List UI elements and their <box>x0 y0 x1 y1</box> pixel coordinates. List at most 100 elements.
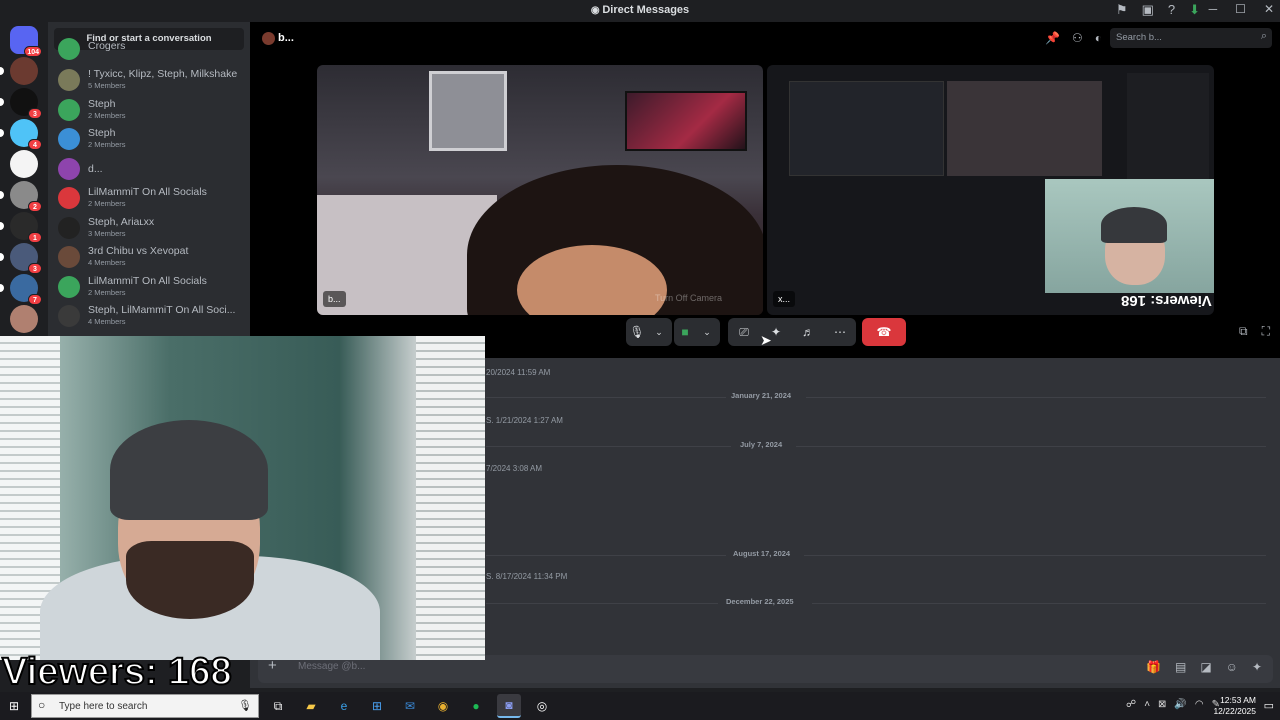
gif-icon[interactable]: ▤ <box>1175 660 1186 674</box>
help-icon[interactable]: ? <box>1168 2 1175 18</box>
member-count: 4 Members <box>88 258 126 267</box>
profile-icon[interactable]: ◐ <box>1095 31 1102 45</box>
server-icon[interactable]: 2 <box>0 181 42 212</box>
member-count: 3 Members <box>88 228 126 238</box>
dm-list-item[interactable]: Steph 2 Members <box>56 125 246 153</box>
download-icon[interactable]: ⬇ <box>1189 2 1200 18</box>
dm-sidebar: Find or start a conversation Crogers! Ty… <box>48 22 250 342</box>
obs-icon[interactable]: ◎ <box>530 694 554 718</box>
avatar <box>58 98 80 121</box>
taskbar-search-input[interactable]: ○ Type here to search 🎙 <box>31 694 259 718</box>
server-icon[interactable]: 104 <box>10 26 42 57</box>
window-title: ◉ Direct Messages <box>590 4 690 16</box>
apps-icon[interactable]: ✦ <box>1252 660 1262 674</box>
mic-icon[interactable]: 🎙 <box>626 321 648 343</box>
mail-icon[interactable]: ✉ <box>398 694 422 718</box>
system-message: S. 1/21/2024 1:27 AM <box>486 416 563 425</box>
search-input[interactable]: Search b... ⌕ <box>1110 28 1272 48</box>
dm-name: ! Tyxicc, Klipz, Steph, Milkshake <box>88 68 238 80</box>
date-divider: July 7, 2024 <box>486 440 1280 449</box>
avatar <box>58 216 80 239</box>
screen-share-icon[interactable]: ⎚ <box>733 321 755 343</box>
pin-icon[interactable]: 📌 <box>1045 31 1060 45</box>
close-button[interactable]: ✕ <box>1264 2 1274 16</box>
antivirus-icon[interactable]: ⊠ <box>1158 699 1166 710</box>
search-icon: ⌕ <box>1260 30 1267 42</box>
sticker-icon[interactable]: ◪ <box>1200 660 1211 674</box>
dm-list-item[interactable]: Steph 2 Members <box>56 96 246 124</box>
overlay-text: Turn Off Camera <box>655 293 723 303</box>
member-count: 2 Members <box>88 287 126 297</box>
camera-icon[interactable]: ■ <box>674 321 696 343</box>
server-rail: 104 3 4 2 1 3 7 <box>0 22 48 336</box>
system-tray: ☍ ˄ ⊠ 🔊 ◠ ✎ <box>1126 699 1220 710</box>
server-icon[interactable]: 3 <box>0 243 42 274</box>
avatar <box>58 157 80 180</box>
server-icon[interactable]: 1 <box>0 212 42 243</box>
soundboard-icon[interactable]: ♬ <box>797 321 819 343</box>
unread-indicator <box>0 222 4 230</box>
flag-icon[interactable]: ⚑ <box>1116 2 1128 18</box>
date-divider: December 22, 2025 <box>486 597 1280 606</box>
video-tile[interactable]: Turn Off Camera b... <box>317 65 763 315</box>
server-icon[interactable]: 7 <box>0 274 42 305</box>
screen-share-tile[interactable]: Viewers: 168 x... <box>767 65 1214 315</box>
edge-icon[interactable]: e <box>332 694 356 718</box>
store-icon[interactable]: ⊞ <box>365 694 389 718</box>
title-bar: ◉ Direct Messages ⚑ ▣ ? ⬇ ─ ☐ ✕ <box>0 0 1280 22</box>
dm-list-item[interactable]: Steph, Ariaʟxx 3 Members <box>56 214 246 242</box>
dm-list-item[interactable]: LilMammiT On All Socials 2 Members <box>56 184 246 212</box>
chevron-down-icon[interactable]: ⌄ <box>696 321 718 343</box>
dm-name: LilMammiT On All Socials <box>88 274 207 287</box>
notification-badge: 3 <box>28 263 42 274</box>
server-icon[interactable] <box>10 305 38 333</box>
clock[interactable]: 12:53 AM 12/22/2025 <box>1213 695 1256 717</box>
chevron-down-icon[interactable]: ⌄ <box>648 321 670 343</box>
webcam-overlay <box>0 336 485 660</box>
server-icon[interactable] <box>10 150 38 178</box>
task-view-icon[interactable]: ⧉ <box>266 694 290 718</box>
dm-name: Steph <box>88 97 116 110</box>
avatar <box>58 128 80 150</box>
hang-up-button[interactable]: ☎ <box>862 318 906 346</box>
minimize-button[interactable]: ─ <box>1209 2 1218 16</box>
chrome-icon[interactable]: ◉ <box>431 694 455 718</box>
add-friend-icon[interactable]: ⚇ <box>1072 31 1083 45</box>
notification-icon[interactable]: ▭ <box>1264 699 1274 712</box>
dm-list-item[interactable]: Steph, LilMammiT On All Soci... 4 Members <box>56 302 246 330</box>
pop-out-icon[interactable]: ⧉ <box>1239 324 1248 339</box>
server-icon[interactable]: 3 <box>0 88 42 119</box>
chevron-up-icon[interactable]: ˄ <box>1144 699 1150 710</box>
dm-list-item[interactable]: ! Tyxicc, Klipz, Steph, Milkshake 5 Membe… <box>56 66 246 94</box>
server-icon[interactable]: 4 <box>0 119 42 150</box>
dm-list-item[interactable]: LilMammiT On All Socials 2 Members <box>56 273 246 301</box>
member-count: 2 Members <box>88 140 126 149</box>
dm-name: 3rd Chibu vs Xevopat <box>88 245 189 257</box>
date-divider: August 17, 2024 <box>486 549 1280 558</box>
wifi-icon[interactable]: ◠ <box>1195 699 1204 710</box>
dm-list-item[interactable]: d... <box>56 155 246 183</box>
volume-icon[interactable]: 🔊 <box>1174 699 1186 710</box>
mic-icon[interactable]: 🎙 <box>238 699 252 712</box>
unread-indicator <box>0 98 4 106</box>
avatar <box>58 275 80 298</box>
inbox-icon[interactable]: ▣ <box>1142 2 1154 18</box>
avatar <box>58 69 80 91</box>
dm-list-item[interactable]: 3rd Chibu vs Xevopat 4 Members <box>56 243 246 271</box>
avatar <box>58 305 80 327</box>
avatar <box>58 38 80 60</box>
file-explorer-icon[interactable]: ▰ <box>299 694 323 718</box>
spotify-icon[interactable]: ● <box>464 694 488 718</box>
notification-badge: 7 <box>28 294 42 305</box>
discord-icon[interactable]: ◙ <box>497 694 521 718</box>
gift-icon[interactable]: 🎁 <box>1146 660 1161 674</box>
server-icon[interactable] <box>0 57 38 85</box>
dm-name: Steph, Ariaʟxx <box>88 215 155 228</box>
more-icon[interactable]: ⋯ <box>829 321 851 343</box>
windows-start-icon[interactable]: ⊞ <box>9 699 19 713</box>
people-icon[interactable]: ☍ <box>1126 699 1136 710</box>
emoji-icon[interactable]: ☺ <box>1226 660 1238 674</box>
maximize-button[interactable]: ☐ <box>1235 2 1246 16</box>
unread-indicator <box>0 67 4 75</box>
fullscreen-icon[interactable]: ⛶ <box>1262 324 1270 339</box>
